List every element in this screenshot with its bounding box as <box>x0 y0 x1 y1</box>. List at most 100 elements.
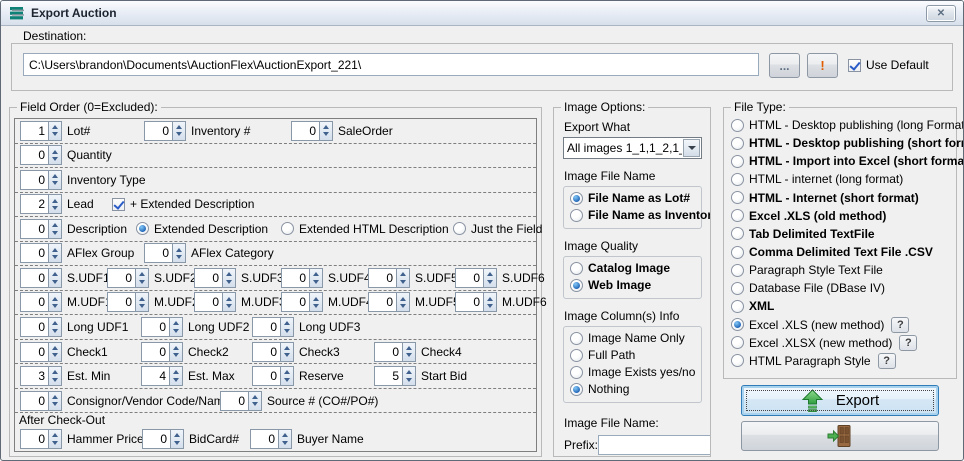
s-udf5-spin-buttons[interactable] <box>396 268 410 288</box>
consignor-vendor-code-name-spin-buttons[interactable] <box>48 391 62 411</box>
source-co-po-value[interactable] <box>220 391 248 411</box>
m-udf2-value[interactable] <box>107 292 135 312</box>
m-udf1-value[interactable] <box>20 292 48 312</box>
quantity-spin-buttons[interactable] <box>48 145 62 165</box>
check2-value[interactable] <box>141 342 169 362</box>
long-udf1-value[interactable] <box>20 317 48 337</box>
s-udf6-spin-buttons[interactable] <box>483 268 497 288</box>
long-udf3-spin-buttons[interactable] <box>280 317 294 337</box>
description-value[interactable] <box>20 219 48 239</box>
lot-spin-buttons[interactable] <box>48 121 62 141</box>
est-max-value[interactable] <box>141 366 169 386</box>
est-min-spin-buttons[interactable] <box>48 366 62 386</box>
radio-option-full-path[interactable]: Full Path <box>568 347 697 364</box>
m-udf4-value[interactable] <box>281 292 309 312</box>
m-udf5-spin-buttons[interactable] <box>396 292 410 312</box>
hammer-price-spin-buttons[interactable] <box>48 429 62 449</box>
inventory-value[interactable] <box>144 121 172 141</box>
reserve-spin-buttons[interactable] <box>280 366 294 386</box>
hammer-price-value[interactable] <box>20 429 48 449</box>
check3-value[interactable] <box>252 342 280 362</box>
check2-spin-buttons[interactable] <box>169 342 183 362</box>
m-udf2-spin-buttons[interactable] <box>135 292 149 312</box>
lead-value[interactable] <box>20 194 48 214</box>
radio-option-extended-html-description[interactable]: Extended HTML Description <box>281 222 449 236</box>
m-udf6-value[interactable] <box>455 292 483 312</box>
m-udf5-value[interactable] <box>368 292 396 312</box>
buyer-name-spin-buttons[interactable] <box>278 429 292 449</box>
help-button-html-paragraph-style[interactable]: ? <box>878 353 896 369</box>
saleorder-value[interactable] <box>291 121 319 141</box>
inventory-spin-buttons[interactable] <box>172 121 186 141</box>
aflex-category-spin-buttons[interactable] <box>172 243 186 263</box>
close-button[interactable]: ✕ <box>926 5 956 22</box>
s-udf4-spin-buttons[interactable] <box>309 268 323 288</box>
prefix-input[interactable] <box>598 435 710 455</box>
export-what-dropdown[interactable]: All images 1_1,1_2,1_3 <box>563 137 702 159</box>
destination-path-input[interactable] <box>23 53 759 76</box>
help-button-excel-xls-new-method[interactable]: ? <box>891 317 909 333</box>
file-type-option-tab-delimited-textfile[interactable]: Tab Delimited TextFile <box>731 225 952 243</box>
start-bid-value[interactable] <box>374 366 402 386</box>
buyer-name-value[interactable] <box>250 429 278 449</box>
source-co-po-spin-buttons[interactable] <box>248 391 262 411</box>
radio-option-extended-description[interactable]: Extended Description <box>136 222 268 236</box>
s-udf3-value[interactable] <box>194 268 222 288</box>
lot-value[interactable] <box>20 121 48 141</box>
long-udf2-value[interactable] <box>141 317 169 337</box>
m-udf3-value[interactable] <box>194 292 222 312</box>
file-type-option-html-internet-long-format[interactable]: HTML - internet (long format) <box>731 170 952 188</box>
use-default-option[interactable]: Use Default <box>848 58 929 72</box>
aflex-group-spin-buttons[interactable] <box>48 243 62 263</box>
inventory-type-spin-buttons[interactable] <box>48 170 62 190</box>
file-type-option-html-import-into-excel-short-format[interactable]: HTML - Import into Excel (short format) <box>731 152 952 170</box>
check4-spin-buttons[interactable] <box>402 342 416 362</box>
est-min-value[interactable] <box>20 366 48 386</box>
s-udf1-value[interactable] <box>20 268 48 288</box>
reserve-value[interactable] <box>252 366 280 386</box>
long-udf1-spin-buttons[interactable] <box>48 317 62 337</box>
radio-option-file-name-as-lot[interactable]: File Name as Lot# <box>568 190 697 207</box>
file-type-option-excel-xls-new-method[interactable]: Excel .XLS (new method)? <box>731 316 952 334</box>
file-type-option-database-file-dbase-iv[interactable]: Database File (DBase IV) <box>731 279 952 297</box>
file-type-option-html-paragraph-style[interactable]: HTML Paragraph Style? <box>731 352 952 370</box>
file-type-option-excel-xls-old-method[interactable]: Excel .XLS (old method) <box>731 207 952 225</box>
m-udf3-spin-buttons[interactable] <box>222 292 236 312</box>
est-max-spin-buttons[interactable] <box>169 366 183 386</box>
exit-button[interactable] <box>741 421 939 451</box>
m-udf4-spin-buttons[interactable] <box>309 292 323 312</box>
s-udf4-value[interactable] <box>281 268 309 288</box>
m-udf6-spin-buttons[interactable] <box>483 292 497 312</box>
browse-button[interactable]: ... <box>769 53 800 78</box>
check4-value[interactable] <box>374 342 402 362</box>
radio-option-web-image[interactable]: Web Image <box>568 277 697 294</box>
s-udf5-value[interactable] <box>368 268 396 288</box>
file-type-option-html-desktop-publishing-long-format[interactable]: HTML - Desktop publishing (long Format) <box>731 116 952 134</box>
bidcard-value[interactable] <box>142 429 170 449</box>
check1-value[interactable] <box>20 342 48 362</box>
checkbox-option-extended-description[interactable]: + Extended Description <box>112 197 254 211</box>
aflex-group-value[interactable] <box>20 243 48 263</box>
long-udf3-value[interactable] <box>252 317 280 337</box>
check3-spin-buttons[interactable] <box>280 342 294 362</box>
saleorder-spin-buttons[interactable] <box>319 121 333 141</box>
radio-option-file-name-as-inventory[interactable]: File Name as Inventory# <box>568 207 697 224</box>
long-udf2-spin-buttons[interactable] <box>169 317 183 337</box>
alert-button[interactable]: ! <box>807 53 838 78</box>
radio-option-image-exists-yes-no[interactable]: Image Exists yes/no <box>568 364 697 381</box>
s-udf3-spin-buttons[interactable] <box>222 268 236 288</box>
radio-option-image-name-only[interactable]: Image Name Only <box>568 330 697 347</box>
export-button[interactable]: Export <box>741 385 939 416</box>
help-button-excel-xlsx-new-method[interactable]: ? <box>899 335 917 351</box>
file-type-option-excel-xlsx-new-method[interactable]: Excel .XLSX (new method)? <box>731 334 952 352</box>
file-type-option-html-desktop-publishing-short-format[interactable]: HTML - Desktop publishing (short format) <box>731 134 952 152</box>
file-type-option-comma-delimited-text-file-csv[interactable]: Comma Delimited Text File .CSV <box>731 243 952 261</box>
radio-option-just-the-field[interactable]: Just the Field <box>453 222 542 236</box>
quantity-value[interactable] <box>20 145 48 165</box>
aflex-category-value[interactable] <box>144 243 172 263</box>
s-udf2-spin-buttons[interactable] <box>135 268 149 288</box>
radio-option-catalog-image[interactable]: Catalog Image <box>568 260 697 277</box>
consignor-vendor-code-name-value[interactable] <box>20 391 48 411</box>
start-bid-spin-buttons[interactable] <box>402 366 416 386</box>
file-type-option-paragraph-style-text-file[interactable]: Paragraph Style Text File <box>731 261 952 279</box>
